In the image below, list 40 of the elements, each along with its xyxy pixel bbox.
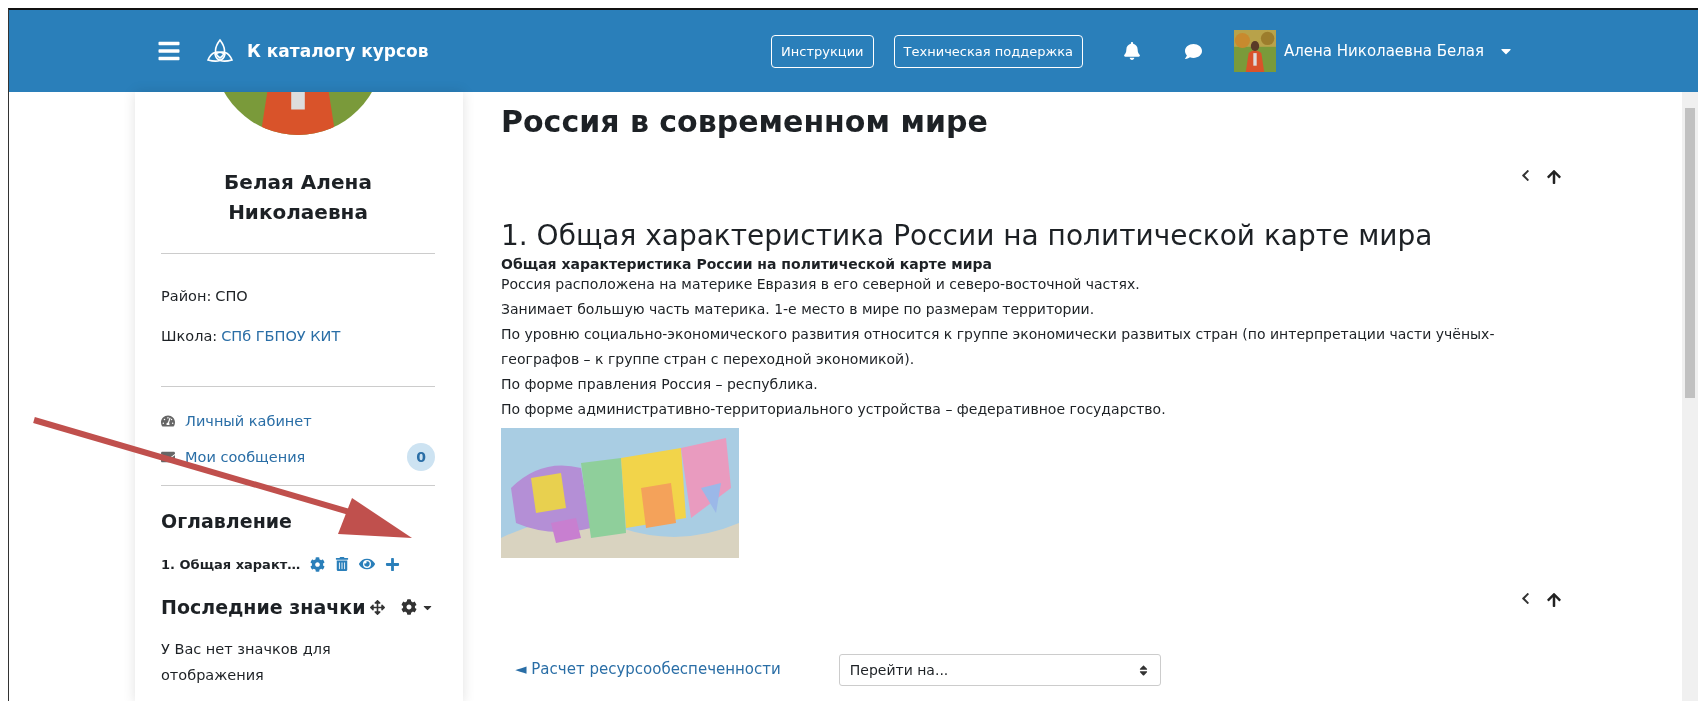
dashboard-icon — [161, 414, 175, 428]
toc-heading: Оглавление — [161, 510, 293, 532]
menu-icon[interactable] — [157, 39, 181, 63]
lead-text: Общая характеристика России на политической карте мира — [501, 256, 994, 272]
info-label: Школа: — [161, 328, 218, 344]
jump-select[interactable]: Перейти на... — [838, 654, 1161, 686]
previous-link[interactable]: ◄ Расчет ресурсообеспеченности — [515, 660, 781, 678]
sidebar-link[interactable]: Мои сообщения — [185, 449, 306, 465]
chapter-title: 1. Общая характеристика России на политической карте мира — [501, 219, 1434, 252]
info-label: Район: — [161, 288, 212, 304]
logo-icon[interactable] — [205, 38, 235, 64]
settings-icon[interactable] — [400, 599, 417, 615]
brand-link[interactable]: К каталогу курсов — [247, 41, 429, 61]
body-text: По уровню социально-экономического развития относится к группе экономически развитых стран (по интерпретации части учёных-географов – к группе стран с переходной экономикой). — [501, 325, 1496, 369]
body-text: Россия расположена на материке Евразия в его северной и северо-восточной частях. — [501, 275, 1141, 294]
profile-name: Белая Алена Николаевна — [223, 169, 373, 226]
nav-button[interactable]: Инструкции — [771, 34, 874, 68]
arrow-up-icon[interactable] — [1546, 169, 1562, 185]
body-text: По форме административно-территориального устройства – федеративное государство. — [501, 400, 1167, 419]
body-text: Занимает большую часть материка. 1-е место в мире по размерам территории. — [501, 300, 1096, 319]
bell-icon[interactable] — [1122, 42, 1141, 60]
move-icon[interactable] — [369, 599, 385, 615]
nav-button[interactable]: Техническая поддержка — [893, 34, 1083, 68]
body-text: По форме правления Россия – республика. — [501, 375, 819, 394]
info-value: СПО — [215, 288, 248, 304]
block-heading: Последние значки — [161, 596, 366, 618]
plus-icon[interactable] — [385, 556, 401, 572]
empty-message: У Вас нет значков для отображения — [161, 640, 332, 685]
sidebar-link[interactable]: Личный кабинет — [185, 413, 312, 429]
eye-icon[interactable] — [359, 556, 376, 572]
user-name[interactable]: Алена Николаевна Белая — [1283, 42, 1484, 60]
count-badge: 0 — [407, 443, 435, 471]
scrollbar[interactable] — [1682, 92, 1698, 701]
chat-icon[interactable] — [1184, 42, 1202, 60]
toc-item[interactable]: 1. Общая характ… — [161, 556, 301, 572]
trash-icon[interactable] — [335, 557, 350, 571]
envelope-icon — [161, 450, 175, 464]
page-title: Россия в современном мире — [501, 104, 989, 139]
school-link[interactable]: СПб ГБПОУ КИТ — [221, 328, 341, 344]
arrow-up-icon[interactable] — [1546, 592, 1562, 608]
